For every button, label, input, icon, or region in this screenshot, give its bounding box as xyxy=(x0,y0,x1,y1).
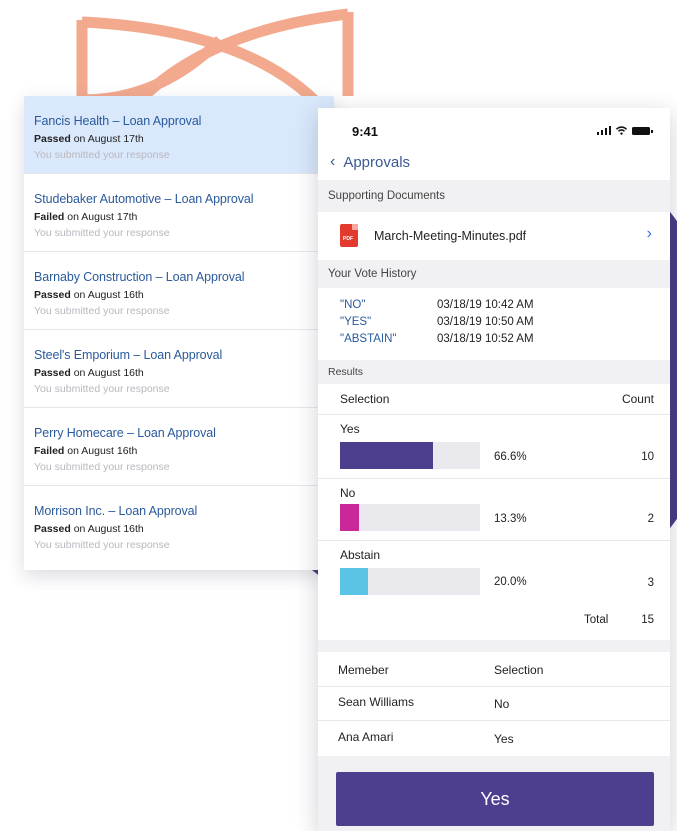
member-selection: Yes xyxy=(494,732,514,746)
vote-time: 03/18/19 10:42 AM xyxy=(437,299,534,311)
loan-title: Steel's Emporium – Loan Approval xyxy=(34,348,223,362)
list-item-loan-3[interactable]: Barnaby Construction – Loan Approval Pas… xyxy=(24,252,334,330)
loan-note: You submitted your response xyxy=(34,149,170,161)
section-gap xyxy=(318,640,670,652)
chevron-right-icon: › xyxy=(646,225,652,242)
result-option-label: No xyxy=(340,486,356,500)
approval-detail-panel: 9:41 ‹ Approvals Supporting Documents PD… xyxy=(318,108,670,831)
loan-status: Passed xyxy=(34,289,71,301)
loan-status-line: Passed on August 16th xyxy=(34,289,334,301)
loan-approval-list: Fancis Health – Loan Approval Passed on … xyxy=(24,96,334,570)
results-col-count: Count xyxy=(621,392,654,406)
result-option-label: Yes xyxy=(340,422,360,436)
loan-status: Passed xyxy=(34,133,71,145)
result-count: 2 xyxy=(647,513,654,525)
loan-status-line: Passed on August 17th xyxy=(34,133,334,145)
result-count: 10 xyxy=(641,451,654,463)
loan-note: You submitted your response xyxy=(34,383,170,395)
wifi-icon xyxy=(616,126,627,135)
document-name: March-Meeting-Minutes.pdf xyxy=(374,229,527,243)
document-row[interactable]: PDF March-Meeting-Minutes.pdf › xyxy=(318,212,670,260)
result-bar-track xyxy=(340,568,480,595)
loan-title: Fancis Health – Loan Approval xyxy=(34,114,202,128)
loan-status-line: Passed on August 16th xyxy=(34,367,334,379)
section-header-results: Results xyxy=(318,360,670,384)
vote-time: 03/18/19 10:52 AM xyxy=(437,333,534,345)
section-header-vote-history: Your Vote History xyxy=(318,260,670,288)
peach-petal-decoration xyxy=(76,8,354,112)
battery-icon xyxy=(632,127,653,135)
loan-title: Morrison Inc. – Loan Approval xyxy=(34,504,198,518)
loan-date: on August 16th xyxy=(70,367,144,379)
results-total-label: Total xyxy=(584,614,609,626)
loan-status: Failed xyxy=(34,445,65,457)
divider xyxy=(318,478,670,479)
vote-choice: "YES" xyxy=(340,316,372,328)
member-selection: No xyxy=(494,697,510,711)
list-item-loan-6[interactable]: Morrison Inc. – Loan Approval Passed on … xyxy=(24,486,334,564)
pdf-file-icon: PDF xyxy=(340,224,358,247)
member-name: Sean Williams xyxy=(338,695,415,709)
section-header-documents: Supporting Documents xyxy=(318,180,670,212)
loan-note: You submitted your response xyxy=(34,539,170,551)
divider xyxy=(318,686,670,687)
member-name: Ana Amari xyxy=(338,730,394,744)
loan-title: Studebaker Automotive – Loan Approval xyxy=(34,192,254,206)
loan-status: Failed xyxy=(34,211,65,223)
results-col-selection: Selection xyxy=(340,392,390,406)
divider xyxy=(318,720,670,721)
signal-icon xyxy=(596,126,611,135)
member-col-header: Memeber xyxy=(338,663,389,677)
status-time: 9:41 xyxy=(352,124,379,139)
loan-date: on August 17th xyxy=(70,133,144,145)
result-percent: 13.3% xyxy=(494,513,527,525)
result-bar-fill xyxy=(340,504,359,531)
loan-note: You submitted your response xyxy=(34,305,170,317)
nav-title: Approvals xyxy=(343,153,411,171)
divider xyxy=(318,540,670,541)
result-count: 3 xyxy=(647,577,654,589)
list-item-loan-1[interactable]: Fancis Health – Loan Approval Passed on … xyxy=(24,96,334,174)
list-item-loan-5[interactable]: Perry Homecare – Loan Approval Failed on… xyxy=(24,408,334,486)
result-percent: 66.6% xyxy=(494,451,527,463)
results-total-value: 15 xyxy=(641,614,654,626)
result-bar-fill xyxy=(340,568,368,595)
loan-status: Passed xyxy=(34,523,71,535)
loan-note: You submitted your response xyxy=(34,227,170,239)
vote-yes-button[interactable]: Yes xyxy=(336,772,654,826)
divider xyxy=(318,414,670,415)
list-item-loan-4[interactable]: Steel's Emporium – Loan Approval Passed … xyxy=(24,330,334,408)
loan-title: Barnaby Construction – Loan Approval xyxy=(34,270,245,284)
status-icons xyxy=(596,126,653,135)
loan-title: Perry Homecare – Loan Approval xyxy=(34,426,216,440)
vote-choice: "ABSTAIN" xyxy=(340,333,397,345)
loan-date: on August 16th xyxy=(70,289,144,301)
loan-date: on August 16th xyxy=(70,523,144,535)
loan-status: Passed xyxy=(34,367,71,379)
status-bar: 9:41 xyxy=(318,108,670,148)
loan-status-line: Passed on August 16th xyxy=(34,523,334,535)
result-bar-track xyxy=(340,504,480,531)
result-percent: 20.0% xyxy=(494,576,527,588)
loan-date: on August 17th xyxy=(64,211,138,223)
result-option-label: Abstain xyxy=(340,548,381,562)
loan-date: on August 16th xyxy=(64,445,138,457)
member-selection-col-header: Selection xyxy=(494,663,544,677)
vote-choice: "NO" xyxy=(340,299,366,311)
result-bar-fill xyxy=(340,442,434,469)
nav-back-approvals[interactable]: ‹ Approvals xyxy=(330,150,410,174)
loan-note: You submitted your response xyxy=(34,461,170,473)
loan-status-line: Failed on August 16th xyxy=(34,445,334,457)
chevron-left-icon: ‹ xyxy=(330,153,336,170)
result-bar-track xyxy=(340,442,480,469)
vote-time: 03/18/19 10:50 AM xyxy=(437,316,534,328)
list-item-loan-2[interactable]: Studebaker Automotive – Loan Approval Fa… xyxy=(24,174,334,252)
loan-status-line: Failed on August 17th xyxy=(34,211,334,223)
